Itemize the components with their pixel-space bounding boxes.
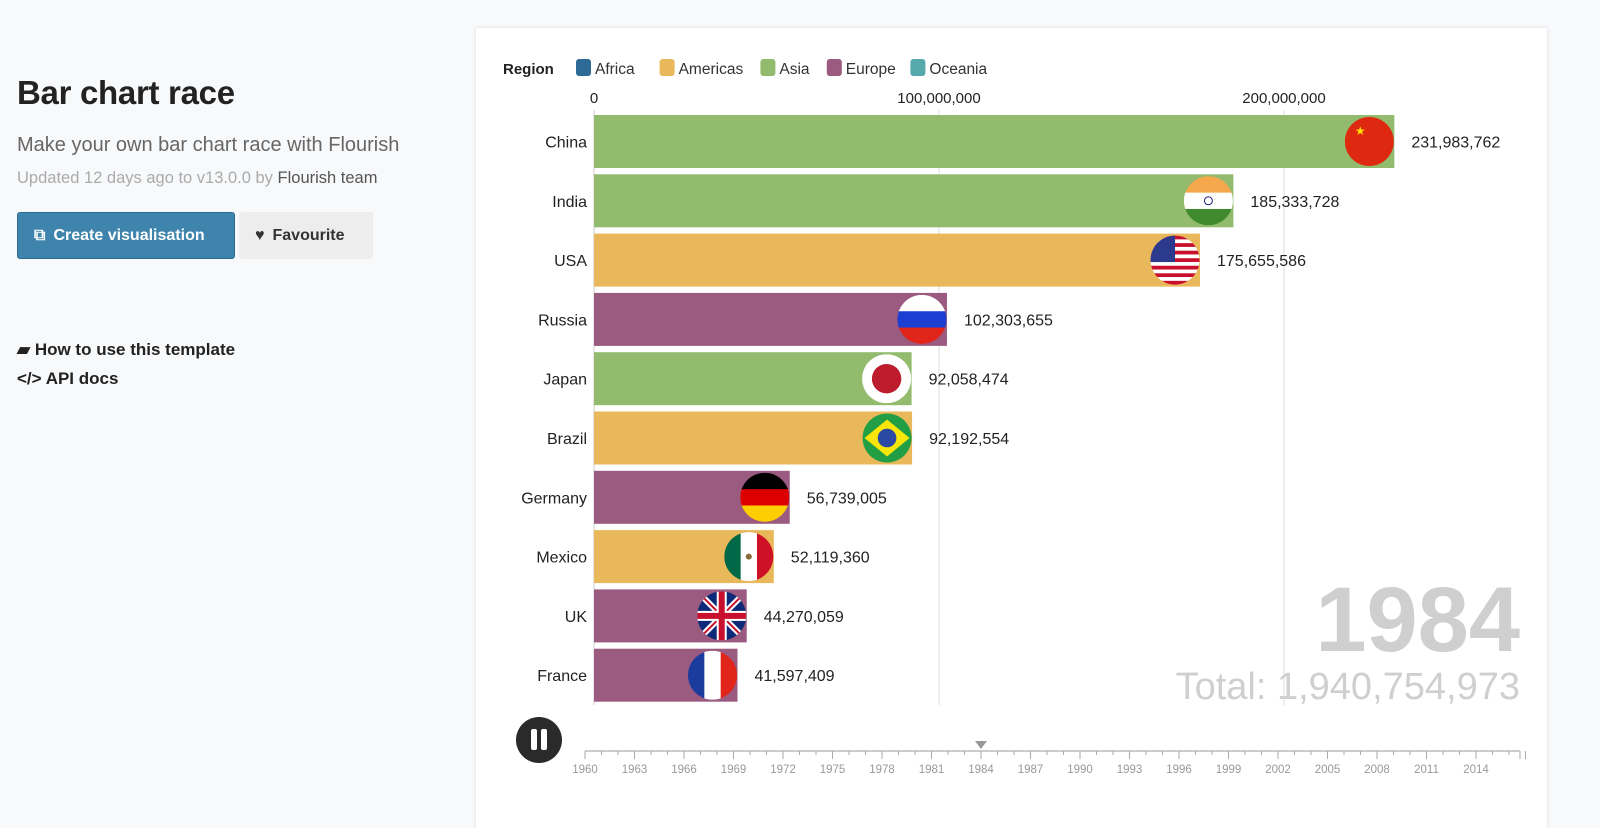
bar-china[interactable]: China ★ 231,983,762 — [545, 115, 1500, 168]
legend-swatch-americas — [659, 59, 675, 76]
timeline-label: 1978 — [869, 764, 895, 776]
timeline-label: 1975 — [820, 764, 846, 776]
legend-swatch-asia — [760, 59, 776, 76]
bar-mexico[interactable]: Mexico 52,119,360 — [536, 530, 870, 584]
bar-germany[interactable]: Germany 56,739,005 — [521, 470, 887, 524]
timeline-label: 2011 — [1414, 764, 1439, 776]
bar-value-label: 92,058,474 — [929, 372, 1009, 389]
bar-category-label: Brazil — [547, 431, 587, 448]
bar-value-label: 92,192,554 — [929, 431, 1009, 448]
bar-category-label: China — [545, 135, 587, 152]
bar-value-label: 44,270,059 — [764, 609, 844, 626]
timeline-label: 1963 — [622, 764, 648, 776]
bar-category-label: France — [537, 668, 587, 685]
bar-russia[interactable]: Russia 102,303,655 — [538, 292, 1053, 346]
timeline-label: 1996 — [1166, 764, 1192, 776]
bar-category-label: India — [552, 194, 587, 211]
legend-item-africa[interactable]: Africa — [595, 61, 635, 78]
current-year: 1984 — [1315, 569, 1520, 671]
china-flag-icon: ★ — [1344, 117, 1394, 166]
timeline-label: 1969 — [721, 764, 747, 776]
timeline-label: 1960 — [572, 764, 598, 776]
bar-category-label: USA — [554, 253, 587, 270]
timeline-label: 1993 — [1117, 764, 1143, 776]
legend-item-americas[interactable]: Americas — [679, 61, 744, 78]
bar-value-label: 56,739,005 — [807, 490, 887, 507]
bar-value-label: 41,597,409 — [755, 668, 835, 685]
bar-rect — [594, 115, 1395, 168]
bar-value-label: 185,333,728 — [1250, 194, 1339, 211]
timeline-label: 1984 — [968, 764, 994, 776]
bar-value-label: 231,983,762 — [1411, 135, 1500, 152]
bar-category-label: Japan — [543, 372, 587, 389]
legend-item-oceania[interactable]: Oceania — [929, 61, 987, 78]
bar-value-label: 102,303,655 — [964, 312, 1053, 329]
x-tick-label: 0 — [590, 90, 598, 107]
uk-flag-icon — [697, 591, 747, 641]
bar-rect — [594, 174, 1234, 228]
x-tick-label: 200,000,000 — [1242, 90, 1325, 107]
legend-item-asia[interactable]: Asia — [779, 61, 810, 78]
timeline-label: 1999 — [1216, 764, 1242, 776]
bar-category-label: Germany — [521, 490, 587, 507]
timeline-label: 2002 — [1265, 764, 1291, 776]
bar-france[interactable]: France 41,597,409 — [537, 648, 835, 702]
bar-brazil[interactable]: Brazil 92,192,554 — [547, 411, 1009, 465]
legend-item-europe[interactable]: Europe — [846, 61, 896, 78]
legend-swatch-europe — [826, 59, 842, 76]
pause-button[interactable] — [516, 717, 562, 763]
timeline-label: 2014 — [1463, 764, 1489, 776]
bar-value-label: 175,655,586 — [1217, 253, 1306, 270]
timeline-label: 1972 — [770, 764, 796, 776]
bar-category-label: Mexico — [536, 550, 587, 567]
timeline-label: 1981 — [919, 764, 945, 776]
brazil-flag-icon — [862, 413, 912, 463]
timeline-label: 1966 — [671, 764, 697, 776]
total-label: Total: 1,940,754,973 — [1176, 666, 1520, 708]
japan-flag-icon — [862, 354, 912, 404]
x-tick-label: 100,000,000 — [897, 90, 980, 107]
usa-flag-icon — [1150, 235, 1200, 285]
timeline-label: 1987 — [1018, 764, 1044, 776]
timeline-handle[interactable] — [975, 741, 987, 749]
timeline-slider[interactable]: 1960 1963 1966 1969 1972 1975 1978 1981 1984 1987… — [572, 741, 1526, 776]
bar-usa[interactable]: USA 175,655,586 — [554, 233, 1306, 287]
legend-swatch-africa — [576, 59, 591, 76]
svg-text:★: ★ — [1355, 124, 1366, 138]
timeline-label: 2008 — [1364, 764, 1390, 776]
timeline-label: 2005 — [1315, 764, 1341, 776]
bar-chart-race: Region Africa Americas Asia Europe Oceania 0 10… — [503, 59, 1526, 776]
bar-rect — [594, 292, 947, 346]
bar-uk[interactable]: UK 44,270,059 — [565, 589, 844, 643]
legend-title: Region — [503, 61, 554, 78]
timeline-label: 1990 — [1067, 764, 1093, 776]
bar-category-label: Russia — [538, 312, 587, 329]
bar-category-label: UK — [565, 609, 588, 626]
bar-rect — [594, 233, 1201, 287]
legend-swatch-oceania — [910, 59, 926, 76]
bar-india[interactable]: India 185,333,728 — [552, 174, 1339, 228]
bar-value-label: 52,119,360 — [791, 550, 870, 567]
